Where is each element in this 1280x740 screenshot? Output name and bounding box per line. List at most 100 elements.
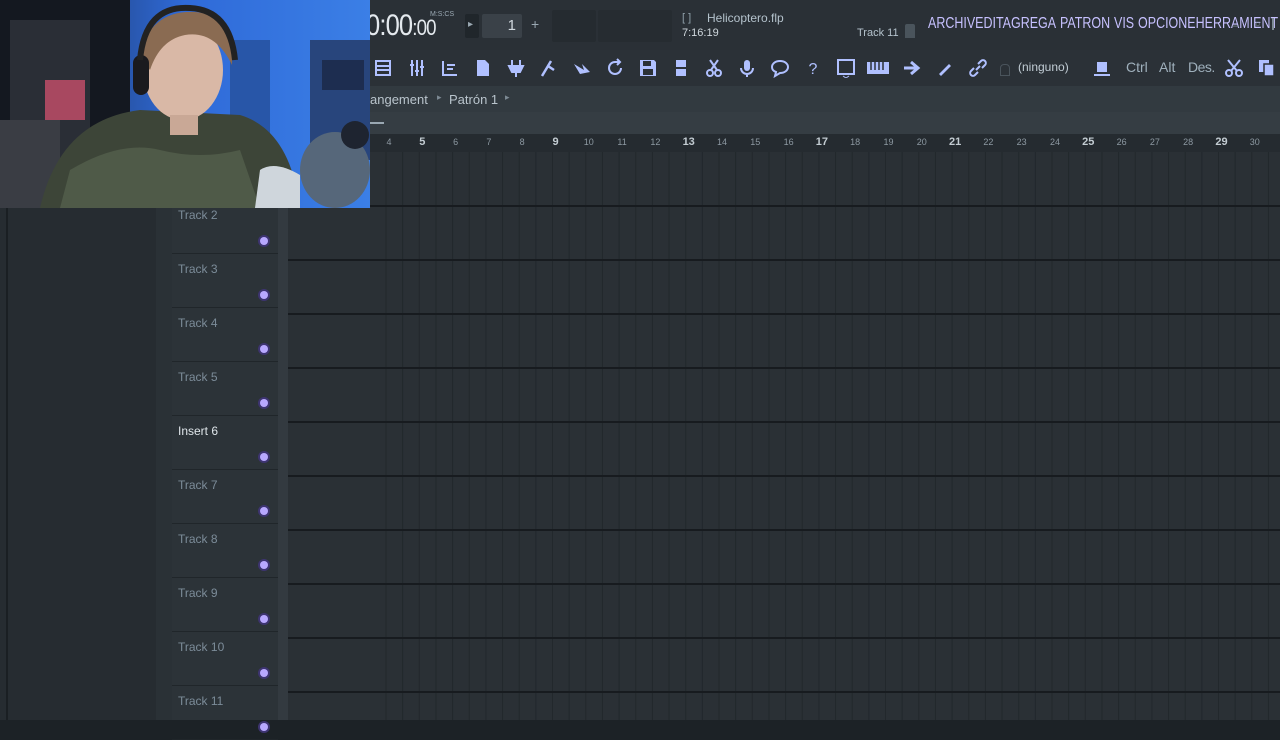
next-icon[interactable] <box>902 58 922 78</box>
webcam-image <box>0 0 370 208</box>
copy-icon[interactable] <box>1257 58 1277 78</box>
ruler-mark: 11 <box>617 137 627 147</box>
play-pattern-button[interactable]: ▸ <box>465 14 479 38</box>
track-mute-led-icon[interactable] <box>260 237 268 245</box>
playlist-icon[interactable] <box>374 58 394 78</box>
time-mode-label[interactable]: M:S:CS <box>430 11 454 18</box>
track-header[interactable]: Track 7 <box>172 469 278 524</box>
track-name[interactable]: Track 3 <box>178 262 218 276</box>
main-toolbar: ? (ninguno) Ctrl Alt Des. <box>370 50 1280 86</box>
track-header[interactable]: Track 4 <box>172 307 278 362</box>
track-mute-led-icon[interactable] <box>260 453 268 461</box>
link-icon[interactable] <box>968 58 988 78</box>
ruler-mark: 9 <box>552 136 559 148</box>
webcam-overlay <box>0 0 370 208</box>
ctrl-key-button[interactable]: Ctrl <box>1126 59 1148 75</box>
ruler-mark: 24 <box>1049 137 1061 147</box>
playlist-scrollbar[interactable] <box>370 112 1280 134</box>
maximize-button[interactable]: ▫ <box>1255 15 1260 31</box>
piano-roll-icon[interactable] <box>473 58 493 78</box>
timeline-ruler[interactable]: 4 5 6 7 8 9 10 11 12 13 14 15 16 17 18 19 20 21 22 23 24 25 26… <box>370 134 1280 153</box>
menu-item-agrega[interactable]: GREGA <box>1011 15 1056 32</box>
track-name[interactable]: Track 4 <box>178 316 218 330</box>
pattern-selector[interactable]: 1 <box>482 14 522 38</box>
close-button[interactable] <box>1272 18 1280 30</box>
track-name[interactable]: Track 9 <box>178 586 218 600</box>
track-mute-led-icon[interactable] <box>260 615 268 623</box>
ruler-mark: 4 <box>386 137 392 147</box>
cpu-icon <box>905 24 915 38</box>
browser-icon[interactable] <box>539 58 559 78</box>
mixer-icon[interactable] <box>407 58 427 78</box>
scroll-thumb[interactable] <box>370 122 384 124</box>
undo-button[interactable]: Des. <box>1188 59 1215 75</box>
tempo-box[interactable] <box>552 10 596 42</box>
mic-icon[interactable] <box>737 58 757 78</box>
breadcrumb-separator: ▸ <box>437 92 442 102</box>
plugin-icon[interactable] <box>506 58 526 78</box>
track-header[interactable]: Insert 6 <box>172 415 278 470</box>
midi-device-label[interactable]: (ninguno) <box>1018 60 1069 74</box>
menu-item-edita[interactable]: EDITA <box>975 15 1011 32</box>
arrow-icon[interactable] <box>572 58 592 78</box>
track-header[interactable]: Track 5 <box>172 361 278 416</box>
track-header[interactable]: Track 3 <box>172 253 278 308</box>
pen-icon[interactable] <box>935 58 955 78</box>
breadcrumb-arrangement[interactable]: angement <box>370 92 428 107</box>
track-name[interactable]: Track 10 <box>178 640 224 654</box>
playlist-grid[interactable] <box>288 152 1280 720</box>
browser-panel <box>0 208 172 720</box>
pitch-box[interactable] <box>598 10 672 42</box>
menu-item-patron[interactable]: PATRON <box>1060 15 1110 32</box>
menu-item-opciones[interactable]: OPCIONE <box>1138 15 1196 32</box>
track-mute-led-icon[interactable] <box>260 345 268 353</box>
add-pattern-button[interactable]: + <box>531 16 539 32</box>
track-mute-led-icon[interactable] <box>260 561 268 569</box>
ruler-mark: 19 <box>883 137 894 147</box>
project-time: 7:16:19 <box>682 27 719 39</box>
track-name[interactable]: Track 5 <box>178 370 218 384</box>
breadcrumb-pattern[interactable]: Patrón 1 <box>449 92 498 107</box>
song-time: 0:00:00 <box>366 9 437 42</box>
save-icon[interactable] <box>638 58 658 78</box>
help-icon[interactable]: ? <box>803 58 823 78</box>
hat-icon[interactable] <box>1092 58 1112 78</box>
view-icon[interactable] <box>836 58 856 78</box>
track-header[interactable]: Track 10 <box>172 631 278 686</box>
track-mute-led-icon[interactable] <box>260 399 268 407</box>
ruler-mark: 26 <box>1116 137 1127 147</box>
track-mute-led-icon[interactable] <box>260 507 268 515</box>
grid-lines <box>288 152 1280 720</box>
ruler-mark: 14 <box>716 137 728 147</box>
track-name[interactable]: Insert 6 <box>178 424 218 438</box>
track-header[interactable]: Track 9 <box>172 577 278 632</box>
ruler-mark: 23 <box>1016 137 1027 147</box>
hint-track-name: Track 11 <box>857 27 899 39</box>
alt-key-button[interactable]: Alt <box>1159 59 1175 75</box>
track-mute-led-icon[interactable] <box>260 669 268 677</box>
svg-text:?: ? <box>809 61 818 78</box>
track-name[interactable]: Track 2 <box>178 208 218 222</box>
scissors-icon[interactable] <box>1224 58 1244 78</box>
ruler-mark: 10 <box>583 137 594 147</box>
track-header[interactable]: Track 11 <box>172 685 278 740</box>
track-name[interactable]: Track 11 <box>178 694 223 708</box>
menu-item-vista[interactable]: VIS <box>1114 15 1134 32</box>
refresh-icon[interactable] <box>605 58 625 78</box>
render-icon[interactable] <box>671 58 691 78</box>
ruler-mark: 8 <box>519 137 525 147</box>
cut-icon[interactable] <box>704 58 724 78</box>
track-mute-led-icon[interactable] <box>260 291 268 299</box>
channel-rack-icon[interactable] <box>440 58 460 78</box>
transport-bar: 0:00:00 M:S:CS ▸ 1 + [ ] Helicoptero.flp… <box>366 0 1280 51</box>
minimize-button[interactable]: – <box>1232 18 1239 32</box>
track-mute-led-icon[interactable] <box>260 723 268 731</box>
track-name[interactable]: Track 7 <box>178 478 218 492</box>
keyboard-icon[interactable] <box>866 58 890 78</box>
ruler-mark: 7 <box>486 137 492 147</box>
track-header[interactable]: Track 8 <box>172 523 278 578</box>
track-name[interactable]: Track 8 <box>178 532 218 546</box>
menu-item-archivo[interactable]: ARCHIV <box>928 15 975 32</box>
comment-icon[interactable] <box>770 58 790 78</box>
hint-bracket: [ ] <box>682 12 692 24</box>
